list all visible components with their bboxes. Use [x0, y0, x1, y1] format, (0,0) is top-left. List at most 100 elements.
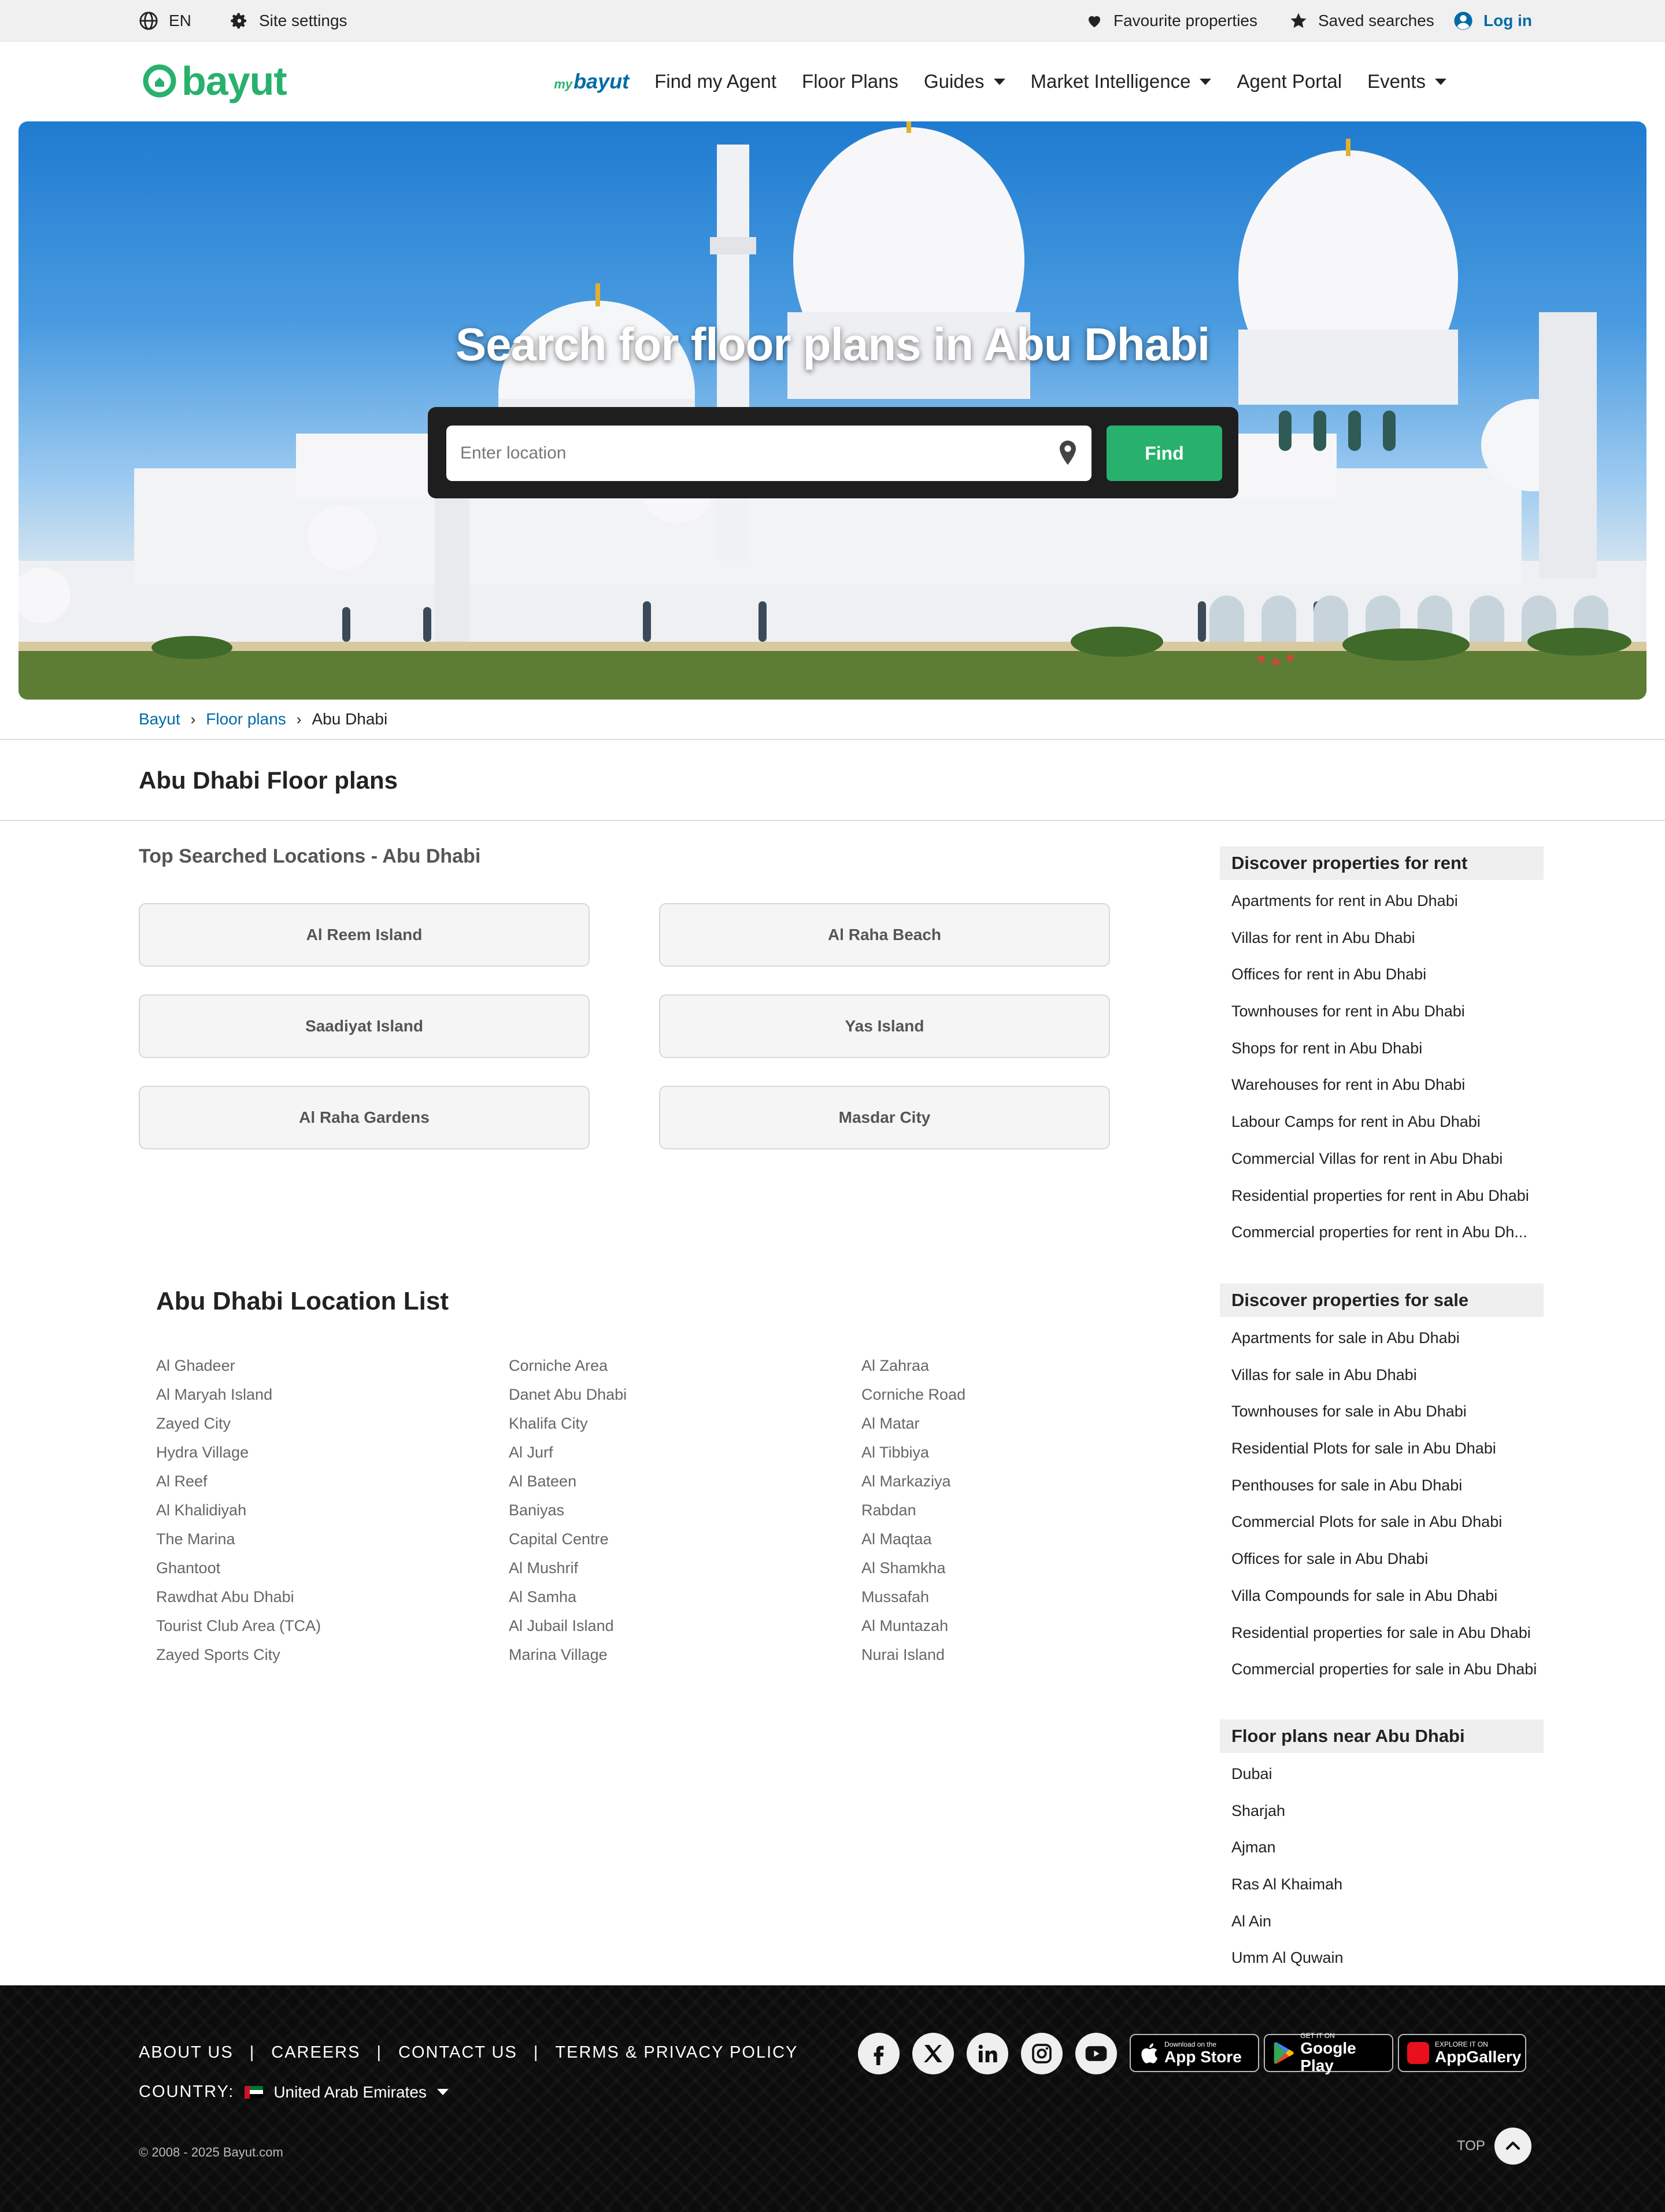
- location-button[interactable]: Yas Island: [659, 994, 1110, 1058]
- footer-terms-link[interactable]: TERMS & PRIVACY POLICY: [555, 2043, 798, 2062]
- sidebar-link[interactable]: Residential Plots for sale in Abu Dhabi: [1231, 1438, 1544, 1475]
- sidebar-link[interactable]: Penthouses for sale in Abu Dhabi: [1231, 1475, 1544, 1512]
- saved-searches-link[interactable]: Saved searches: [1289, 0, 1434, 42]
- location-link[interactable]: Ghantoot: [156, 1558, 321, 1586]
- location-link[interactable]: Baniyas: [509, 1500, 627, 1529]
- star-icon: [1290, 13, 1307, 28]
- location-link[interactable]: Tourist Club Area (TCA): [156, 1615, 321, 1644]
- footer-separator: |: [533, 2043, 539, 2062]
- nav-market-intelligence[interactable]: Market Intelligence: [1031, 71, 1212, 93]
- location-link[interactable]: Danet Abu Dhabi: [509, 1384, 627, 1413]
- sidebar-link[interactable]: Offices for sale in Abu Dhabi: [1231, 1548, 1544, 1585]
- location-link[interactable]: Nurai Island: [861, 1644, 965, 1673]
- sidebar-link[interactable]: Commercial Plots for sale in Abu Dhabi: [1231, 1511, 1544, 1548]
- sidebar-link[interactable]: Ajman: [1231, 1837, 1544, 1874]
- sidebar-link[interactable]: Shops for rent in Abu Dhabi: [1231, 1038, 1544, 1075]
- sidebar-link[interactable]: Residential properties for rent in Abu D…: [1231, 1185, 1544, 1222]
- sidebar-link[interactable]: Villas for rent in Abu Dhabi: [1231, 927, 1544, 964]
- country-selector[interactable]: COUNTRY: United Arab Emirates: [139, 2082, 449, 2102]
- sidebar-link[interactable]: Sharjah: [1231, 1800, 1544, 1837]
- location-link[interactable]: Al Matar: [861, 1413, 965, 1442]
- location-link[interactable]: Marina Village: [509, 1644, 627, 1673]
- location-link[interactable]: Capital Centre: [509, 1529, 627, 1558]
- site-settings-link[interactable]: Site settings: [230, 0, 347, 42]
- location-link[interactable]: Hydra Village: [156, 1442, 321, 1471]
- x-icon[interactable]: [912, 2033, 954, 2074]
- location-link[interactable]: Al Bateen: [509, 1471, 627, 1500]
- sidebar-link[interactable]: Labour Camps for rent in Abu Dhabi: [1231, 1111, 1544, 1148]
- sidebar-link[interactable]: Residential properties for sale in Abu D…: [1231, 1622, 1544, 1659]
- location-link[interactable]: Al Reef: [156, 1471, 321, 1500]
- sidebar-link[interactable]: Dubai: [1231, 1763, 1544, 1800]
- sidebar-link[interactable]: Apartments for sale in Abu Dhabi: [1231, 1327, 1544, 1364]
- location-button[interactable]: Al Reem Island: [139, 903, 590, 967]
- location-link[interactable]: Rawdhat Abu Dhabi: [156, 1586, 321, 1615]
- location-link[interactable]: Al Mushrif: [509, 1558, 627, 1586]
- nav-find-my-agent[interactable]: Find my Agent: [654, 71, 776, 93]
- facebook-icon[interactable]: [858, 2033, 900, 2074]
- location-link[interactable]: Al Muntazah: [861, 1615, 965, 1644]
- sidebar-link[interactable]: Umm Al Quwain: [1231, 1947, 1544, 1984]
- location-link[interactable]: Al Jurf: [509, 1442, 627, 1471]
- location-link[interactable]: Zayed Sports City: [156, 1644, 321, 1673]
- breadcrumb-floor-plans[interactable]: Floor plans: [206, 710, 286, 728]
- breadcrumb-bayut[interactable]: Bayut: [139, 710, 180, 728]
- back-to-top-button[interactable]: TOP: [1457, 2128, 1531, 2165]
- bayut-logo[interactable]: bayut: [141, 58, 287, 104]
- nav-agent-portal[interactable]: Agent Portal: [1237, 71, 1342, 93]
- location-link[interactable]: Al Zahraa: [861, 1355, 965, 1384]
- location-button[interactable]: Al Raha Beach: [659, 903, 1110, 967]
- nav-floor-plans[interactable]: Floor Plans: [802, 71, 898, 93]
- google-play-badge[interactable]: GET IT ON Google Play: [1264, 2032, 1393, 2074]
- location-link[interactable]: Mussafah: [861, 1586, 965, 1615]
- sidebar-link[interactable]: Townhouses for sale in Abu Dhabi: [1231, 1401, 1544, 1438]
- location-link[interactable]: Al Markaziya: [861, 1471, 965, 1500]
- login-link[interactable]: Log in: [1453, 0, 1532, 42]
- sidebar-link[interactable]: Townhouses for rent in Abu Dhabi: [1231, 1001, 1544, 1038]
- location-link[interactable]: Al Maqtaa: [861, 1529, 965, 1558]
- youtube-icon[interactable]: [1075, 2033, 1117, 2074]
- find-button[interactable]: Find: [1107, 426, 1222, 481]
- sidebar-link[interactable]: Villa Compounds for sale in Abu Dhabi: [1231, 1585, 1544, 1622]
- footer-contact-link[interactable]: CONTACT US: [398, 2043, 517, 2062]
- location-link[interactable]: Corniche Road: [861, 1384, 965, 1413]
- nav-guides[interactable]: Guides: [924, 71, 1005, 93]
- location-button[interactable]: Al Raha Gardens: [139, 1086, 590, 1149]
- copyright: © 2008 - 2025 Bayut.com: [139, 2145, 283, 2159]
- sidebar-link[interactable]: Commercial properties for sale in Abu Dh…: [1231, 1659, 1544, 1696]
- location-pin-icon[interactable]: [1058, 441, 1078, 465]
- app-gallery-badge[interactable]: EXPLORE IT ON AppGallery: [1398, 2034, 1526, 2072]
- location-search-input[interactable]: [446, 426, 1092, 481]
- sidebar-link[interactable]: Al Ain: [1231, 1911, 1544, 1948]
- language-selector[interactable]: EN: [139, 0, 191, 42]
- app-store-badge[interactable]: Download on the App Store: [1130, 2034, 1259, 2072]
- sidebar-link[interactable]: Offices for rent in Abu Dhabi: [1231, 964, 1544, 1001]
- location-link[interactable]: Al Jubail Island: [509, 1615, 627, 1644]
- location-link[interactable]: Corniche Area: [509, 1355, 627, 1384]
- sidebar-link[interactable]: Warehouses for rent in Abu Dhabi: [1231, 1074, 1544, 1111]
- footer-about-link[interactable]: ABOUT US: [139, 2043, 234, 2062]
- location-link[interactable]: Al Samha: [509, 1586, 627, 1615]
- nav-events[interactable]: Events: [1367, 71, 1446, 93]
- footer-careers-link[interactable]: CAREERS: [271, 2043, 360, 2062]
- location-link[interactable]: Al Khalidiyah: [156, 1500, 321, 1529]
- sidebar-link[interactable]: Commercial properties for rent in Abu Dh…: [1231, 1222, 1544, 1259]
- location-link[interactable]: Khalifa City: [509, 1413, 627, 1442]
- sidebar-link[interactable]: Commercial Villas for rent in Abu Dhabi: [1231, 1148, 1544, 1185]
- location-button[interactable]: Masdar City: [659, 1086, 1110, 1149]
- favourite-properties-link[interactable]: Favourite properties: [1086, 0, 1257, 42]
- location-link[interactable]: Al Tibbiya: [861, 1442, 965, 1471]
- location-link[interactable]: Zayed City: [156, 1413, 321, 1442]
- sidebar-link[interactable]: Villas for sale in Abu Dhabi: [1231, 1364, 1544, 1401]
- location-link[interactable]: Al Shamkha: [861, 1558, 965, 1586]
- location-link[interactable]: Al Ghadeer: [156, 1355, 321, 1384]
- sidebar-link[interactable]: Apartments for rent in Abu Dhabi: [1231, 890, 1544, 927]
- linkedin-icon[interactable]: [967, 2033, 1008, 2074]
- instagram-icon[interactable]: [1021, 2033, 1063, 2074]
- sidebar-link[interactable]: Ras Al Khaimah: [1231, 1874, 1544, 1911]
- location-button[interactable]: Saadiyat Island: [139, 994, 590, 1058]
- location-link[interactable]: Rabdan: [861, 1500, 965, 1529]
- location-link[interactable]: Al Maryah Island: [156, 1384, 321, 1413]
- location-link[interactable]: The Marina: [156, 1529, 321, 1558]
- mybayut-link[interactable]: my bayut: [554, 69, 629, 94]
